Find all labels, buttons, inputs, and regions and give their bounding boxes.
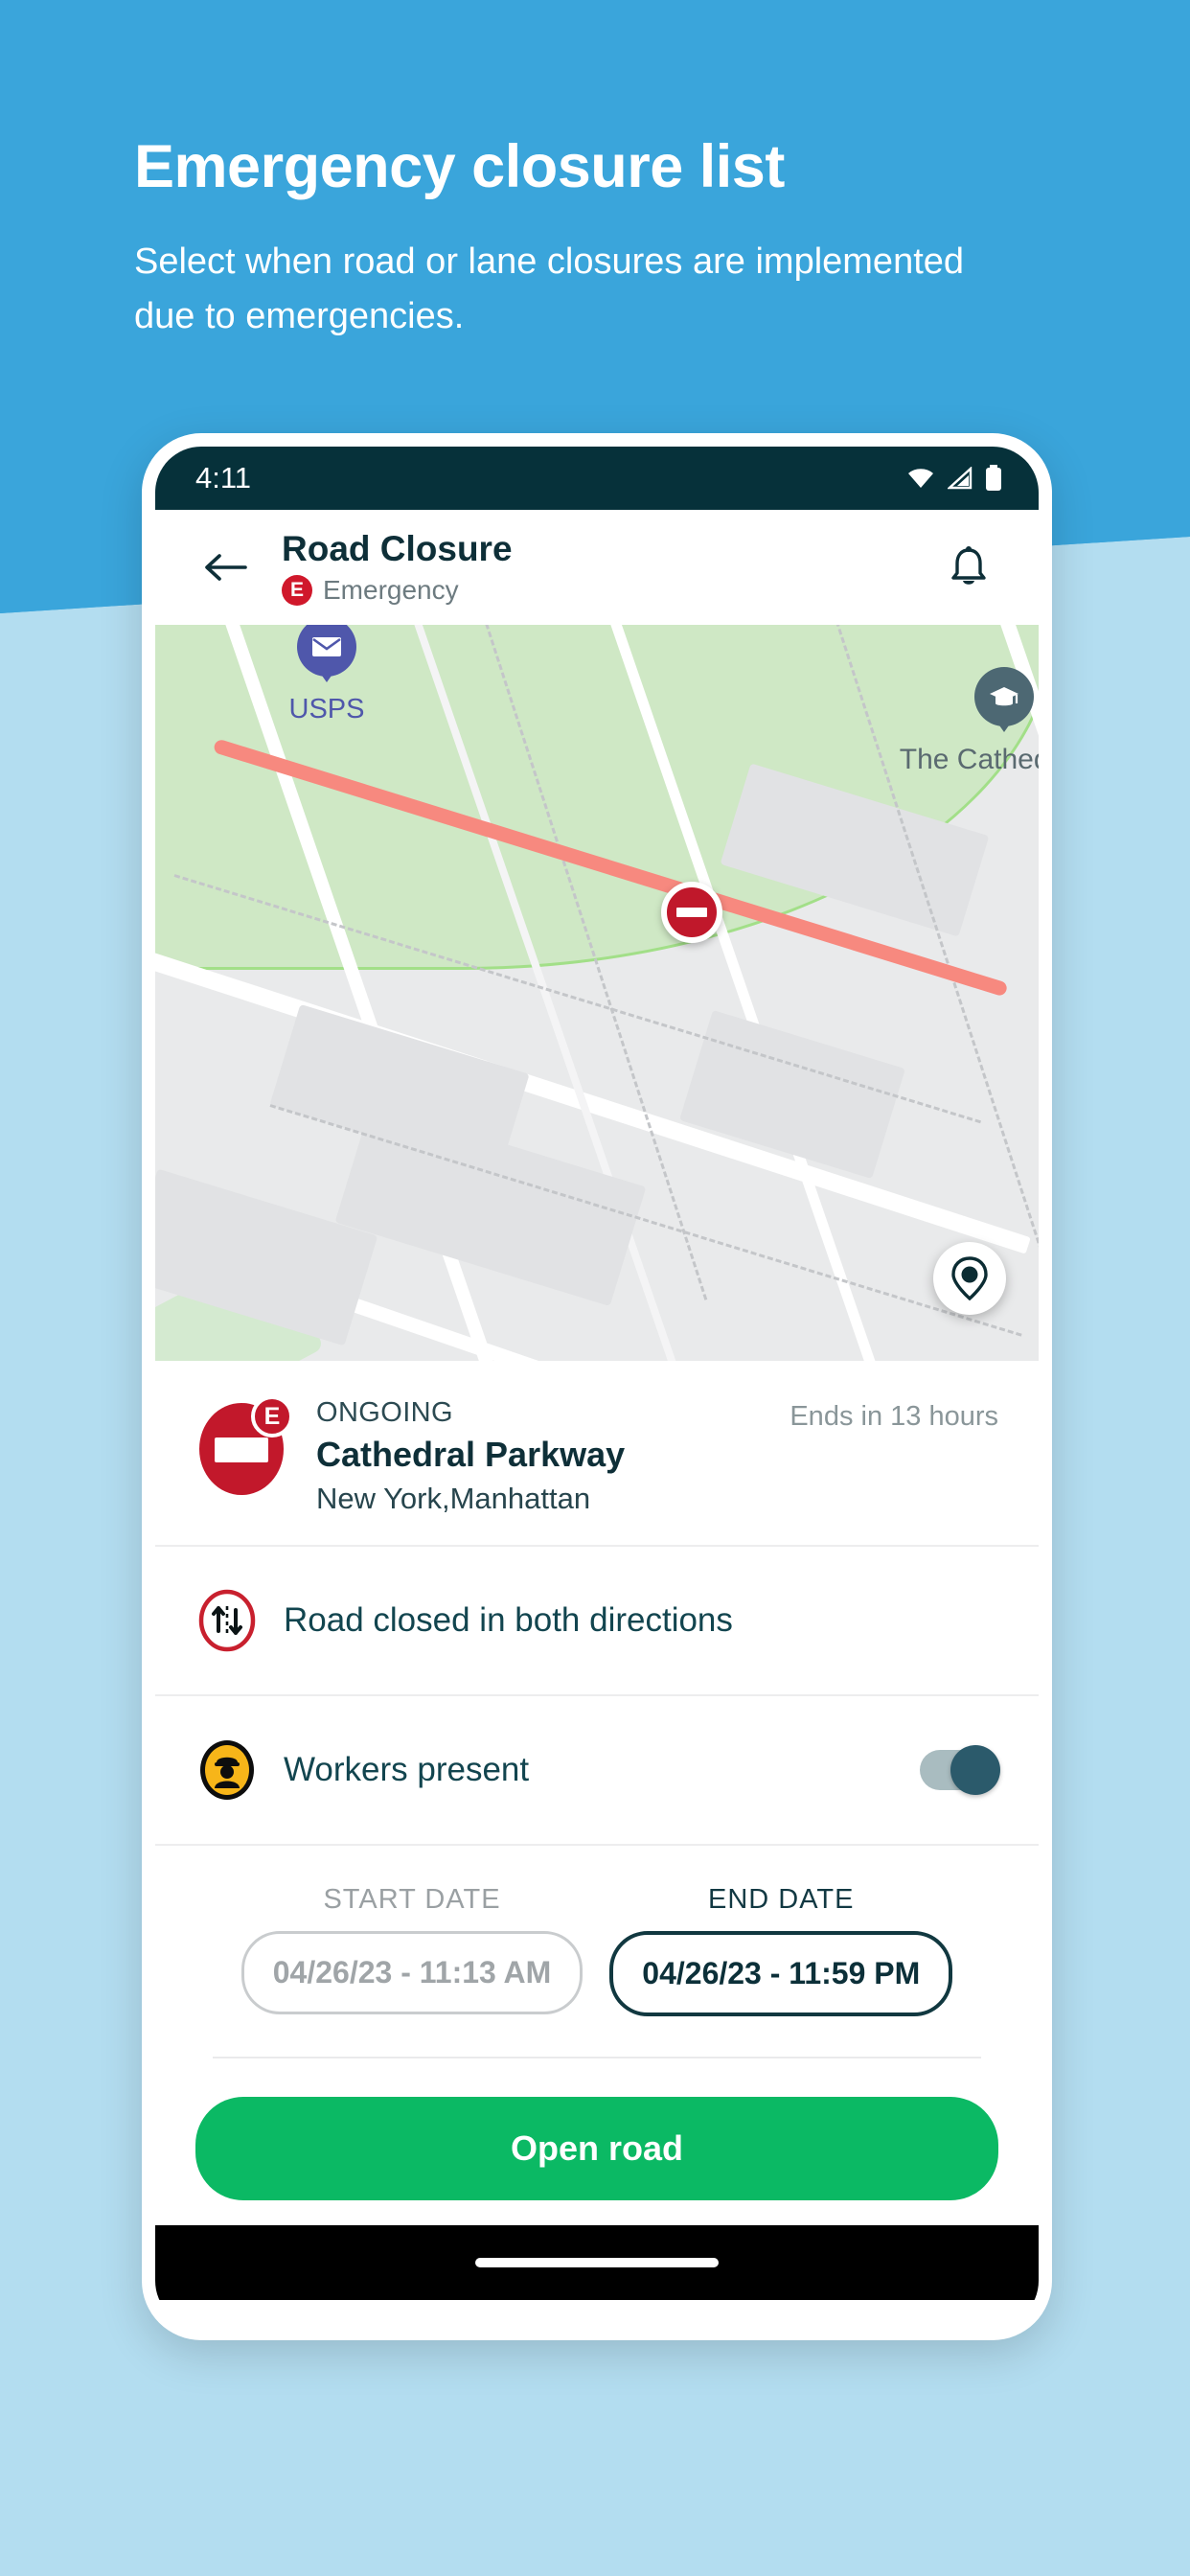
closure-street: Cathedral Parkway bbox=[316, 1435, 626, 1474]
phone-mockup: 4:11 Road Closure E Emergency USPS The C… bbox=[142, 433, 1052, 2340]
end-date-group: END DATE 04/26/23 - 11:59 PM bbox=[609, 1884, 953, 2016]
emergency-label: Emergency bbox=[323, 574, 459, 605]
no-entry-bar bbox=[676, 908, 707, 917]
envelope-icon bbox=[312, 637, 341, 656]
divider-wrap bbox=[155, 2016, 1039, 2058]
start-date-label: START DATE bbox=[323, 1884, 501, 1915]
status-bar: 4:11 bbox=[155, 447, 1039, 510]
pin-tip bbox=[310, 659, 343, 682]
locate-me-button[interactable] bbox=[933, 1242, 1006, 1315]
start-date-group: START DATE 04/26/23 - 11:13 AM bbox=[240, 1884, 584, 2016]
page-subtitle: Select when road or lane closures are im… bbox=[134, 242, 965, 336]
option-label: Workers present bbox=[284, 1751, 530, 1788]
option-row-direction[interactable]: Road closed in both directions bbox=[155, 1547, 1039, 1696]
closure-ends-in: Ends in 13 hours bbox=[790, 1401, 998, 1432]
status-time: 4:11 bbox=[195, 461, 252, 494]
page-heading: Road Closure bbox=[282, 529, 513, 569]
back-button[interactable] bbox=[190, 532, 261, 603]
emergency-badge: E bbox=[251, 1395, 293, 1438]
option-row-workers[interactable]: Workers present bbox=[155, 1696, 1039, 1846]
both-directions-icon bbox=[195, 1589, 259, 1652]
map-marker-school[interactable]: The Cathedral S bbox=[900, 667, 1039, 775]
closure-summary-row[interactable]: E ONGOING Cathedral Parkway New York,Man… bbox=[155, 1361, 1039, 1547]
closure-city: New York,Manhattan bbox=[316, 1482, 591, 1515]
pin-tip bbox=[988, 709, 1020, 732]
date-range: START DATE 04/26/23 - 11:13 AM END DATE … bbox=[155, 1846, 1039, 2016]
app-bar: Road Closure E Emergency bbox=[155, 510, 1039, 625]
open-road-button[interactable]: Open road bbox=[195, 2097, 998, 2200]
end-date-field[interactable]: 04/26/23 - 11:59 PM bbox=[609, 1931, 953, 2016]
emergency-badge: E bbox=[282, 574, 312, 606]
map-marker-label: USPS bbox=[288, 694, 365, 724]
graduation-cap-icon bbox=[990, 687, 1018, 706]
wifi-icon bbox=[908, 469, 933, 488]
end-date-label: END DATE bbox=[708, 1884, 855, 1915]
worker-icon bbox=[195, 1738, 259, 1802]
map-building bbox=[679, 1009, 905, 1180]
notifications-button[interactable] bbox=[933, 532, 1004, 603]
home-indicator[interactable] bbox=[475, 2258, 719, 2267]
option-label: Road closed in both directions bbox=[284, 1601, 733, 1639]
toggle-knob bbox=[950, 1745, 1000, 1795]
workers-present-toggle[interactable] bbox=[920, 1745, 1000, 1795]
my-location-icon bbox=[951, 1256, 988, 1300]
no-entry-icon[interactable] bbox=[661, 882, 722, 943]
road-closed-sign-icon: E bbox=[195, 1395, 293, 1495]
phone-screen: 4:11 Road Closure E Emergency USPS The C… bbox=[155, 447, 1039, 2327]
emergency-row: E Emergency bbox=[282, 574, 933, 606]
status-icons bbox=[906, 465, 1002, 492]
sign-bar bbox=[215, 1438, 268, 1462]
cell-signal-icon bbox=[948, 467, 973, 490]
map-marker-usps[interactable]: USPS bbox=[289, 625, 364, 724]
map-marker-label: The Cathedral S bbox=[899, 744, 1039, 775]
system-nav-bar bbox=[155, 2225, 1039, 2300]
battery-icon bbox=[986, 465, 1001, 491]
page-title: Emergency closure list bbox=[134, 133, 785, 200]
closure-meta: ONGOING Cathedral Parkway New York,Manha… bbox=[316, 1395, 790, 1516]
closure-status: ONGOING bbox=[316, 1397, 453, 1428]
map-view[interactable]: USPS The Cathedral S bbox=[155, 625, 1039, 1361]
screenshot-root: Emergency closure list Select when road … bbox=[0, 0, 1190, 2576]
arrow-left-icon bbox=[205, 554, 247, 581]
start-date-field[interactable]: 04/26/23 - 11:13 AM bbox=[240, 1931, 584, 2014]
app-bar-text: Road Closure E Emergency bbox=[261, 529, 933, 606]
bell-icon bbox=[951, 546, 986, 585]
cta-wrap: Open road bbox=[155, 2058, 1039, 2200]
details-panel: E ONGOING Cathedral Parkway New York,Man… bbox=[155, 1361, 1039, 2327]
